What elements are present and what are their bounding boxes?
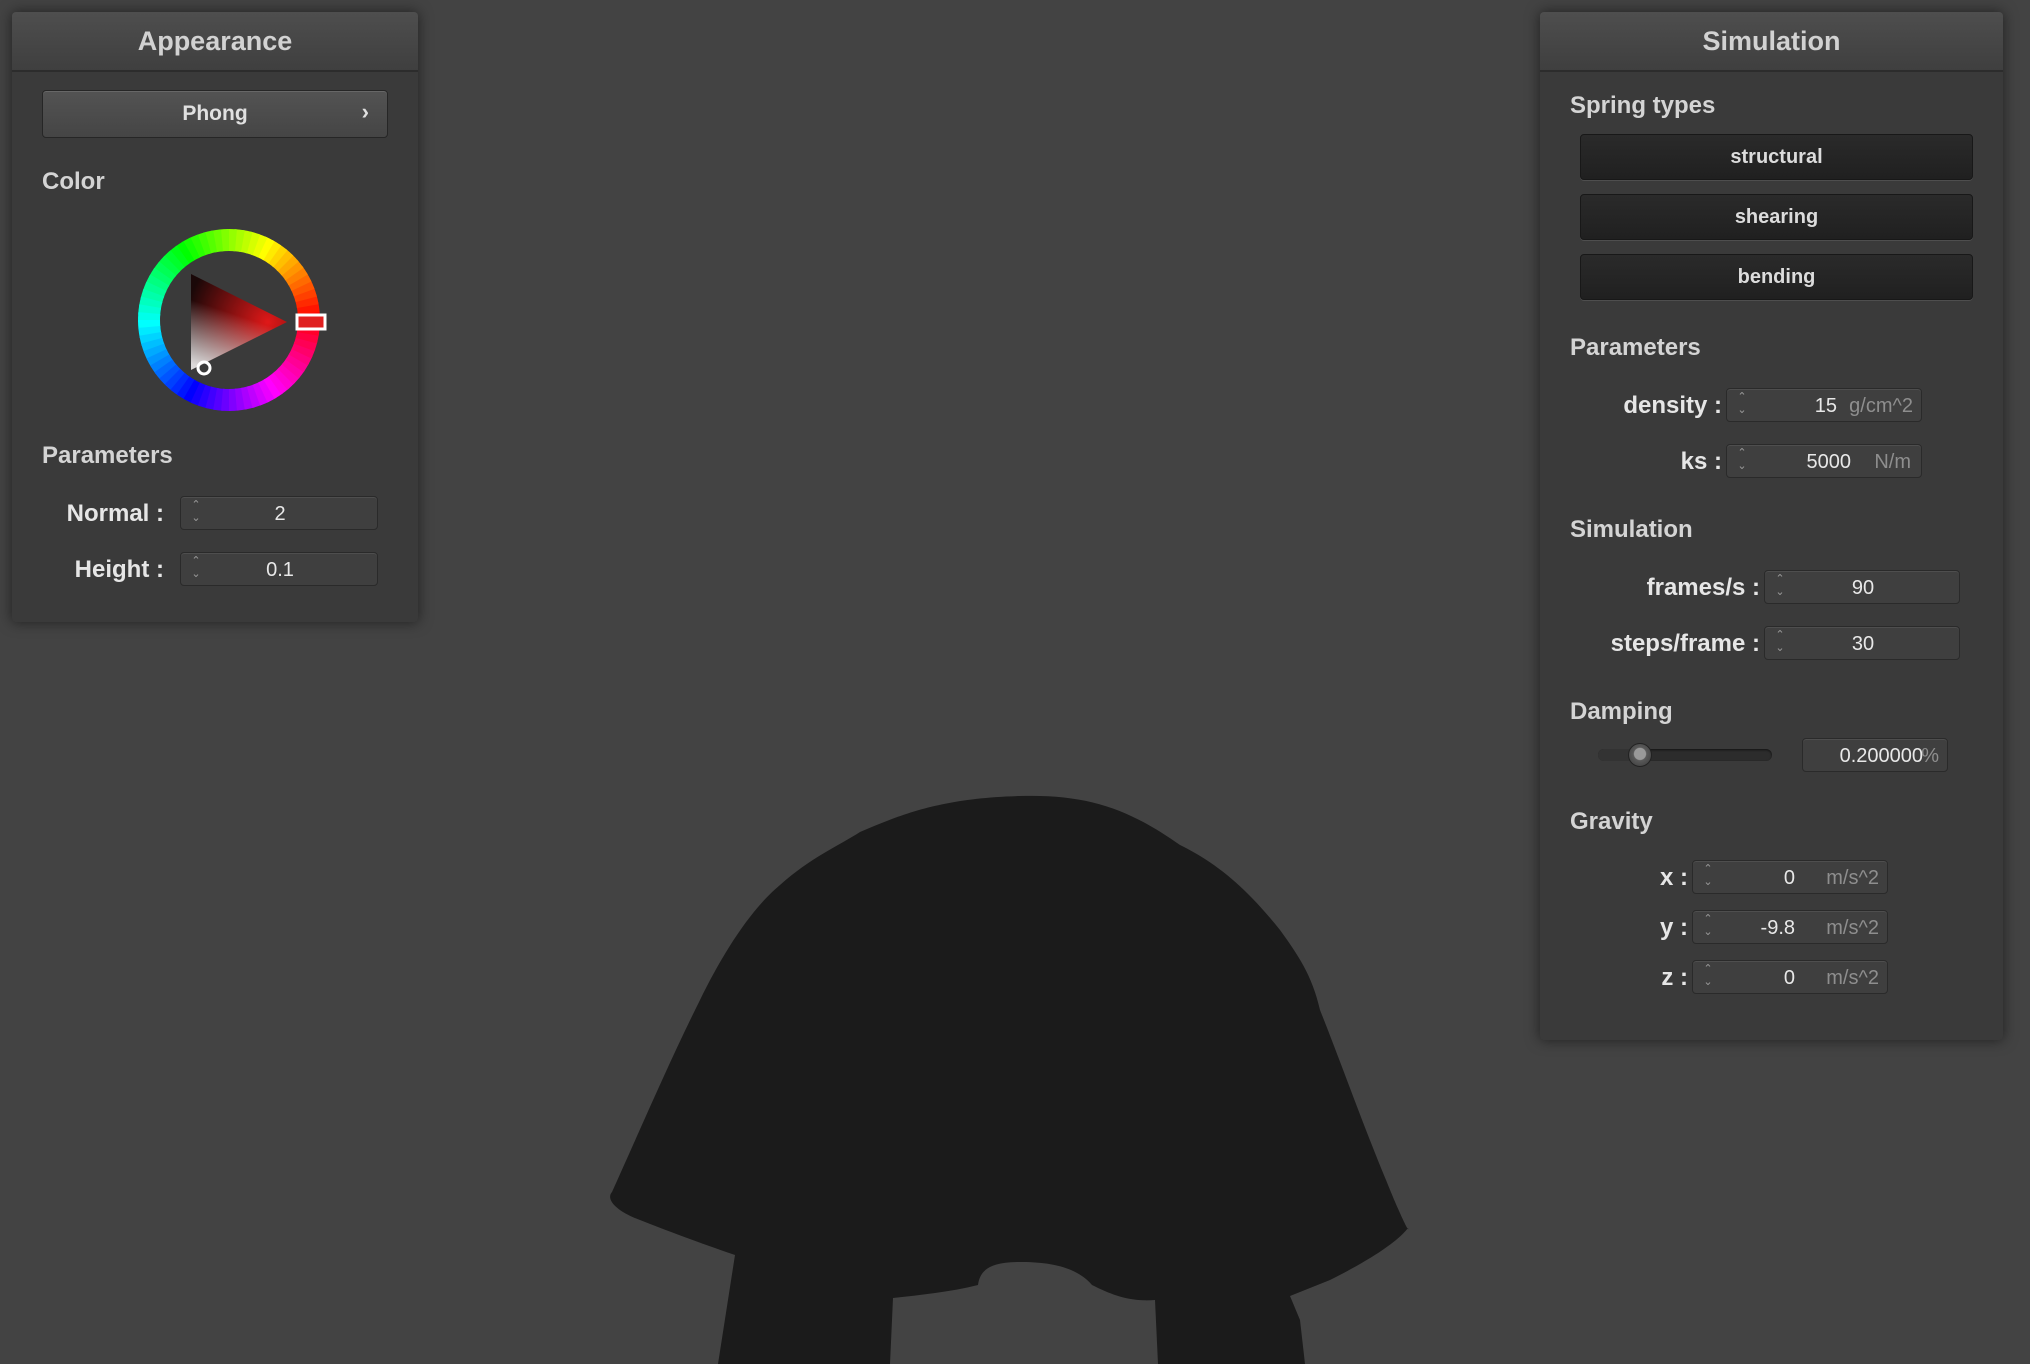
spin-arrows-icon[interactable]: ⌃ ⌄ <box>1701 913 1715 941</box>
bending-spring-toggle[interactable]: bending <box>1580 254 1973 300</box>
cloth-mesh <box>610 795 1409 1364</box>
steps-spinbox[interactable]: ⌃ ⌄ 30 <box>1764 626 1960 660</box>
height-label: Height : <box>74 556 164 583</box>
gravity-x-value: 0 <box>1783 867 1795 889</box>
spin-arrows-icon[interactable]: ⌃ ⌄ <box>1701 963 1715 991</box>
spring-types-label: Spring types <box>1570 92 1716 119</box>
density-label: density : <box>1623 392 1722 419</box>
appearance-panel-title: Appearance <box>12 12 418 72</box>
damping-value: 0.200000 <box>1839 745 1923 767</box>
fps-spinbox[interactable]: ⌃ ⌄ 90 <box>1764 570 1960 604</box>
ks-unit: N/m <box>1874 451 1911 473</box>
gravity-y-unit: m/s^2 <box>1826 917 1879 939</box>
gravity-x-unit: m/s^2 <box>1826 867 1879 889</box>
steps-label: steps/frame : <box>1610 630 1760 657</box>
density-spinbox[interactable]: ⌃ ⌄ 15 g/cm^2 <box>1726 388 1922 422</box>
chevron-right-icon: › <box>361 99 369 124</box>
color-selector-handle[interactable] <box>196 360 212 376</box>
spin-arrows-icon[interactable]: ⌃ ⌄ <box>1701 863 1715 891</box>
triangle-white-overlay <box>191 274 287 370</box>
shading-model-button[interactable]: Phong › <box>42 90 388 138</box>
damping-unit: % <box>1921 745 1939 767</box>
simulation-panel-title: Simulation <box>1540 12 2003 72</box>
steps-value: 30 <box>1851 633 1875 655</box>
gravity-x-spinbox[interactable]: ⌃ ⌄ 0 m/s^2 <box>1692 860 1888 894</box>
simulation-panel: Simulation Spring types structural shear… <box>1540 12 2003 1040</box>
density-unit: g/cm^2 <box>1849 395 1913 417</box>
damping-slider[interactable] <box>1598 743 1772 767</box>
gravity-z-value: 0 <box>1783 967 1795 989</box>
ks-value: 5000 <box>1806 451 1852 473</box>
color-wheel[interactable] <box>129 220 329 420</box>
normal-spinbox[interactable]: ⌃ ⌄ 2 <box>180 496 378 530</box>
gravity-y-value: -9.8 <box>1760 917 1795 939</box>
damping-label: Damping <box>1570 698 1673 725</box>
gravity-y-spinbox[interactable]: ⌃ ⌄ -9.8 m/s^2 <box>1692 910 1888 944</box>
shearing-spring-toggle[interactable]: shearing <box>1580 194 1973 240</box>
damping-slider-handle[interactable] <box>1628 743 1653 767</box>
fps-label: frames/s : <box>1646 574 1760 601</box>
normal-value: 2 <box>274 503 286 525</box>
simulation-section-label: Simulation <box>1570 516 1693 543</box>
appearance-panel: Appearance Phong › Color Parameters Norm… <box>12 12 418 622</box>
height-spinbox[interactable]: ⌃ ⌄ 0.1 <box>180 552 378 586</box>
spin-arrows-icon[interactable]: ⌃ ⌄ <box>1735 447 1749 475</box>
gravity-x-label: x : <box>1659 864 1688 891</box>
hue-selector-handle[interactable] <box>295 313 327 331</box>
structural-spring-toggle[interactable]: structural <box>1580 134 1973 180</box>
damping-value-field[interactable]: 0.200000 % <box>1802 738 1948 772</box>
color-section-label: Color <box>42 168 105 195</box>
appearance-parameters-label: Parameters <box>42 442 173 469</box>
ks-label: ks : <box>1680 448 1722 475</box>
gravity-label: Gravity <box>1570 808 1653 835</box>
shading-model-label: Phong <box>182 102 248 125</box>
fps-value: 90 <box>1851 577 1875 599</box>
height-value: 0.1 <box>266 559 294 581</box>
spin-arrows-icon[interactable]: ⌃ ⌄ <box>1735 391 1749 419</box>
normal-label: Normal : <box>66 500 164 527</box>
ks-spinbox[interactable]: ⌃ ⌄ 5000 N/m <box>1726 444 1922 478</box>
gravity-z-spinbox[interactable]: ⌃ ⌄ 0 m/s^2 <box>1692 960 1888 994</box>
gravity-z-label: z : <box>1661 964 1688 991</box>
sim-parameters-label: Parameters <box>1570 334 1701 361</box>
gravity-z-unit: m/s^2 <box>1826 967 1879 989</box>
density-value: 15 <box>1814 395 1837 417</box>
gravity-y-label: y : <box>1659 914 1688 941</box>
